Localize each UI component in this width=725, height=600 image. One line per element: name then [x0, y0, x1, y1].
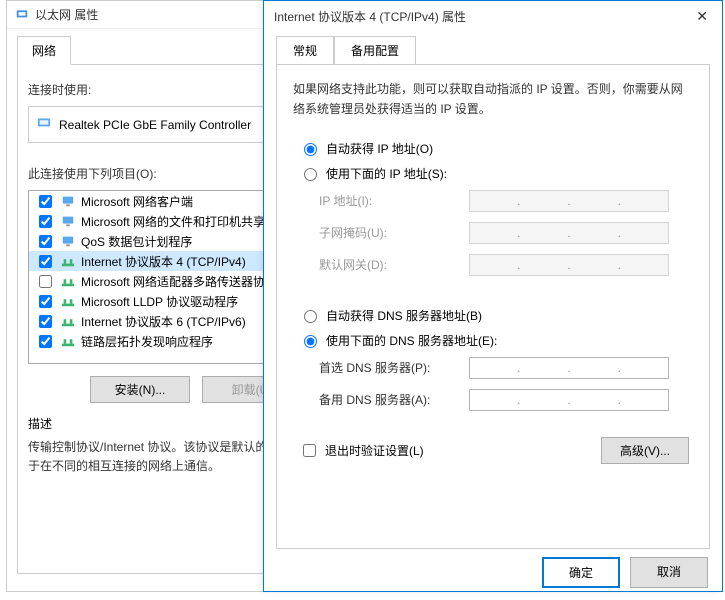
ethernet-icon: [15, 6, 29, 23]
list-item-label: Internet 协议版本 6 (TCP/IPv6): [81, 313, 246, 330]
list-item-checkbox[interactable]: [39, 235, 52, 248]
ipv4-properties-window: Internet 协议版本 4 (TCP/IPv4) 属性 ✕ 常规 备用配置 …: [263, 0, 723, 592]
dns2-input[interactable]: ...: [469, 389, 669, 411]
radio-manual-dns-label: 使用下面的 DNS 服务器地址(E):: [326, 332, 497, 349]
exit-validate-label: 退出时验证设置(L): [325, 442, 424, 459]
adapter-name: Realtek PCIe GbE Family Controller: [59, 118, 251, 132]
list-item-checkbox[interactable]: [39, 215, 52, 228]
list-item-checkbox[interactable]: [39, 335, 52, 348]
list-item-label: Microsoft LLDP 协议驱动程序: [81, 293, 238, 310]
cancel-button[interactable]: 取消: [630, 557, 708, 588]
radio-manual-ip-input[interactable]: [304, 168, 317, 181]
ipv4-titlebar: Internet 协议版本 4 (TCP/IPv4) 属性 ✕: [264, 1, 722, 31]
tab-network[interactable]: 网络: [17, 36, 71, 65]
client-icon: [61, 194, 75, 208]
install-button[interactable]: 安装(N)...: [90, 376, 190, 403]
protocol-icon: [61, 254, 75, 268]
gateway-input: ...: [469, 254, 669, 276]
subnet-label: 子网掩码(U):: [319, 224, 469, 241]
list-item-label: QoS 数据包计划程序: [81, 233, 192, 250]
intro-text: 如果网络支持此功能，则可以获取自动指派的 IP 设置。否则，你需要从网络系统管理…: [293, 79, 693, 120]
radio-manual-dns[interactable]: 使用下面的 DNS 服务器地址(E):: [299, 332, 693, 349]
radio-auto-ip-input[interactable]: [304, 143, 317, 156]
list-item-checkbox[interactable]: [39, 315, 52, 328]
gateway-label: 默认网关(D):: [319, 256, 469, 273]
ipv4-body: 如果网络支持此功能，则可以获取自动指派的 IP 设置。否则，你需要从网络系统管理…: [276, 64, 710, 549]
exit-validate-input[interactable]: [303, 444, 316, 457]
client-icon: [61, 214, 75, 228]
nic-icon: [37, 115, 51, 134]
dns2-row: 备用 DNS 服务器(A): ...: [319, 389, 693, 411]
exit-validate-checkbox[interactable]: 退出时验证设置(L): [299, 441, 424, 460]
ip-address-label: IP 地址(I):: [319, 192, 469, 209]
footer-buttons: 确定 取消: [264, 557, 722, 600]
list-item-checkbox[interactable]: [39, 255, 52, 268]
radio-manual-ip-label: 使用下面的 IP 地址(S):: [326, 165, 447, 182]
protocol-icon: [61, 294, 75, 308]
radio-auto-ip[interactable]: 自动获得 IP 地址(O): [299, 140, 693, 157]
list-item-label: 链路层拓扑发现响应程序: [81, 333, 213, 350]
radio-manual-dns-input[interactable]: [304, 335, 317, 348]
list-item-label: Microsoft 网络客户端: [81, 193, 193, 210]
radio-auto-dns-label: 自动获得 DNS 服务器地址(B): [326, 307, 482, 324]
list-item-label: Internet 协议版本 4 (TCP/IPv4): [81, 253, 246, 270]
list-item-checkbox[interactable]: [39, 195, 52, 208]
radio-auto-ip-label: 自动获得 IP 地址(O): [326, 140, 433, 157]
client-icon: [61, 234, 75, 248]
dns1-label: 首选 DNS 服务器(P):: [319, 359, 469, 376]
close-icon[interactable]: ✕: [692, 8, 712, 25]
dns1-input[interactable]: ...: [469, 357, 669, 379]
list-item-checkbox[interactable]: [39, 275, 52, 288]
ip-address-row: IP 地址(I): ...: [319, 190, 693, 212]
subnet-input: ...: [469, 222, 669, 244]
tab-general[interactable]: 常规: [276, 36, 334, 65]
protocol-icon: [61, 334, 75, 348]
advanced-button[interactable]: 高级(V)...: [601, 437, 689, 464]
radio-auto-dns[interactable]: 自动获得 DNS 服务器地址(B): [299, 307, 693, 324]
tab-alternate[interactable]: 备用配置: [334, 36, 416, 65]
ok-button[interactable]: 确定: [542, 557, 620, 588]
ethernet-title: 以太网 属性: [35, 6, 98, 23]
list-item-label: Microsoft 网络适配器多路传送器协议: [81, 273, 277, 290]
protocol-icon: [61, 314, 75, 328]
radio-auto-dns-input[interactable]: [304, 310, 317, 323]
exit-row: 退出时验证设置(L) 高级(V)...: [293, 437, 693, 464]
list-item-checkbox[interactable]: [39, 295, 52, 308]
protocol-icon: [61, 274, 75, 288]
ipv4-tabstrip: 常规 备用配置: [264, 31, 722, 64]
dns1-row: 首选 DNS 服务器(P): ...: [319, 357, 693, 379]
radio-manual-ip[interactable]: 使用下面的 IP 地址(S):: [299, 165, 693, 182]
subnet-row: 子网掩码(U): ...: [319, 222, 693, 244]
list-item-label: Microsoft 网络的文件和打印机共享: [81, 213, 265, 230]
gateway-row: 默认网关(D): ...: [319, 254, 693, 276]
ip-address-input: ...: [469, 190, 669, 212]
ipv4-title: Internet 协议版本 4 (TCP/IPv4) 属性: [274, 8, 466, 25]
dns2-label: 备用 DNS 服务器(A):: [319, 391, 469, 408]
